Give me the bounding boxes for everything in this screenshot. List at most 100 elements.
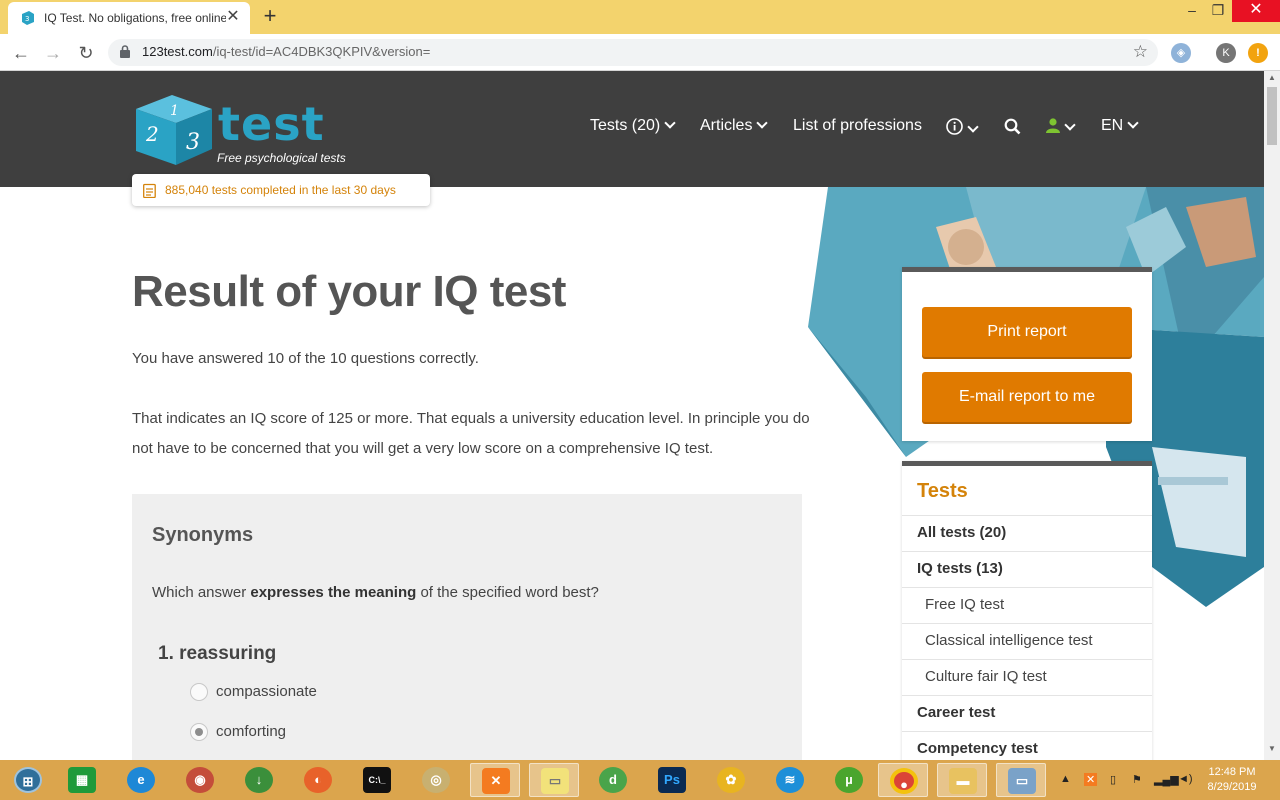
question-prompt-start: Which answer <box>152 584 251 601</box>
question-section-title: Synonyms <box>152 524 254 546</box>
address-bar[interactable]: 123test.com/iq-test/id=AC4DBK3QKPIV&vers… <box>108 39 1158 66</box>
search-icon <box>1004 118 1021 135</box>
system-clock[interactable]: 12:48 PM 8/29/2019 <box>1200 765 1264 795</box>
tab-title: IQ Test. No obligations, free online <box>44 11 226 25</box>
page-title: Result of your IQ test <box>132 267 566 316</box>
answer-option-label: comforting <box>216 723 287 740</box>
reload-icon[interactable]: ↻ <box>75 42 97 64</box>
chevron-down-icon <box>756 117 769 129</box>
taskbar-media[interactable]: ◎ <box>411 763 461 797</box>
terminal-icon: C:\_ <box>363 767 391 793</box>
taskbar-photoshop[interactable]: Ps <box>647 763 697 797</box>
sticky-notes-icon: ▭ <box>541 768 569 794</box>
radio-button[interactable] <box>190 683 208 701</box>
page-scrollbar[interactable]: ▲ ▼ <box>1264 71 1280 760</box>
taskbar-app-3[interactable]: ◉ <box>175 763 225 797</box>
back-arrow-icon[interactable]: ← <box>10 42 32 64</box>
email-report-button[interactable]: E-mail report to me <box>922 372 1132 422</box>
tests-menu-item[interactable]: All tests (20) <box>902 515 1152 551</box>
taskbar-window-app[interactable]: ▭ <box>996 763 1046 797</box>
app-icon: ✿ <box>717 767 745 793</box>
url-text: 123test.com/iq-test/id=AC4DBK3QKPIV&vers… <box>142 44 430 59</box>
site-favicon-icon: 3 <box>22 11 34 25</box>
utorrent-icon: µ <box>835 767 863 793</box>
nav-info[interactable] <box>946 117 979 139</box>
app-icon: d <box>599 767 627 793</box>
print-report-button[interactable]: Print report <box>922 307 1132 357</box>
browser-tab-strip: 3 IQ Test. No obligations, free online ✕… <box>0 0 1280 34</box>
window-icon: ▭ <box>1008 768 1036 794</box>
bookmark-star-icon[interactable]: ☆ <box>1133 42 1148 62</box>
nav-language[interactable]: EN <box>1101 117 1139 135</box>
volume-icon[interactable]: ◄) <box>1178 773 1193 785</box>
taskbar-firefox[interactable]: ◐ <box>293 763 343 797</box>
forward-arrow-icon[interactable]: → <box>42 42 64 64</box>
browser-tab[interactable]: 3 IQ Test. No obligations, free online ✕ <box>8 2 250 34</box>
taskbar-dreamweaver[interactable]: d <box>588 763 638 797</box>
taskbar-sticky-notes[interactable]: ▭ <box>529 763 579 797</box>
nav-account[interactable] <box>1046 117 1076 137</box>
tray-expand-icon[interactable]: ▲ <box>1060 773 1071 785</box>
taskbar-download-manager[interactable]: ↓ <box>234 763 284 797</box>
question-prompt-end: of the specified word best? <box>416 584 599 601</box>
svg-text:3: 3 <box>186 130 200 155</box>
tests-menu-item[interactable]: Competency test <box>902 731 1152 760</box>
nav-articles-label: Articles <box>700 117 753 134</box>
nav-search[interactable] <box>1004 117 1021 139</box>
nav-professions[interactable]: List of professions <box>793 117 922 135</box>
question-word: 1. reassuring <box>158 643 277 664</box>
question-review-panel: Synonyms Which answer expresses the mean… <box>132 494 802 760</box>
taskbar-chrome[interactable]: ● <box>878 763 928 797</box>
xampp-icon: ✕ <box>482 768 510 794</box>
browser-toolbar: ← → ↻ 123test.com/iq-test/id=AC4DBK3QKPI… <box>0 34 1280 71</box>
chevron-down-icon <box>967 121 979 133</box>
taskbar-command-prompt[interactable]: C:\_ <box>352 763 402 797</box>
scroll-down-arrow-icon[interactable]: ▼ <box>1264 744 1280 758</box>
taskbar-wifi-app[interactable]: ≋ <box>765 763 815 797</box>
radio-button-selected[interactable] <box>190 723 208 741</box>
tests-counter-badge: 885,040 tests completed in the last 30 d… <box>132 174 430 206</box>
chevron-down-icon <box>1127 117 1139 129</box>
flag-icon[interactable]: ⚑ <box>1132 773 1142 786</box>
scroll-up-arrow-icon[interactable]: ▲ <box>1264 73 1280 87</box>
windows-logo-icon: ⊞ <box>14 767 42 793</box>
svg-text:1: 1 <box>170 103 179 119</box>
tests-menu-item[interactable]: Career test <box>902 695 1152 731</box>
photoshop-icon: Ps <box>658 767 686 793</box>
internet-explorer-icon: e <box>127 767 155 793</box>
nav-articles[interactable]: Articles <box>700 117 769 135</box>
battery-icon[interactable]: ▯ <box>1110 773 1116 786</box>
start-button[interactable]: ⊞ <box>3 763 53 797</box>
scrollbar-thumb[interactable] <box>1267 87 1277 145</box>
tests-menu-card: Tests All tests (20) IQ tests (13) Free … <box>902 461 1152 760</box>
window-maximize-button[interactable]: ❐ <box>1200 0 1236 22</box>
folder-icon: ▬ <box>949 768 977 794</box>
tests-menu-subitem[interactable]: Classical intelligence test <box>902 623 1152 659</box>
nav-tests[interactable]: Tests (20) <box>590 117 676 135</box>
tests-menu-subitem[interactable]: Free IQ test <box>902 587 1152 623</box>
svg-text:2: 2 <box>145 122 159 146</box>
tests-menu-item[interactable]: IQ tests (13) <box>902 551 1152 587</box>
extension-icon[interactable]: ◈ <box>1171 43 1191 63</box>
taskbar-file-explorer[interactable]: ▬ <box>937 763 987 797</box>
site-logo[interactable]: 1 2 3 test Free psychological tests <box>132 93 362 168</box>
tests-menu-heading: Tests <box>917 480 968 502</box>
tests-menu-subitem[interactable]: Culture fair IQ test <box>902 659 1152 695</box>
signal-icon[interactable]: ▂▄▆ <box>1154 773 1179 786</box>
chrome-icon: ● <box>890 768 918 794</box>
taskbar-xampp[interactable]: ✕ <box>470 763 520 797</box>
taskbar-app-11[interactable]: ✿ <box>706 763 756 797</box>
taskbar-internet-explorer[interactable]: e <box>116 763 166 797</box>
tray-xampp-icon[interactable]: ✕ <box>1084 773 1098 786</box>
tests-counter-text: 885,040 tests completed in the last 30 d… <box>165 183 396 197</box>
profile-avatar[interactable]: K <box>1216 43 1236 63</box>
nav-language-label: EN <box>1101 117 1124 134</box>
browser-alert-icon[interactable]: ! <box>1248 43 1268 63</box>
new-tab-button[interactable]: + <box>258 5 282 29</box>
firefox-icon: ◐ <box>304 767 332 793</box>
taskbar-utorrent[interactable]: µ <box>824 763 874 797</box>
window-close-button[interactable]: ✕ <box>1232 0 1280 22</box>
tab-close-icon[interactable]: ✕ <box>224 8 242 26</box>
taskbar-store[interactable]: ▦ <box>57 763 107 797</box>
logo-tagline: Free psychological tests <box>217 151 346 165</box>
